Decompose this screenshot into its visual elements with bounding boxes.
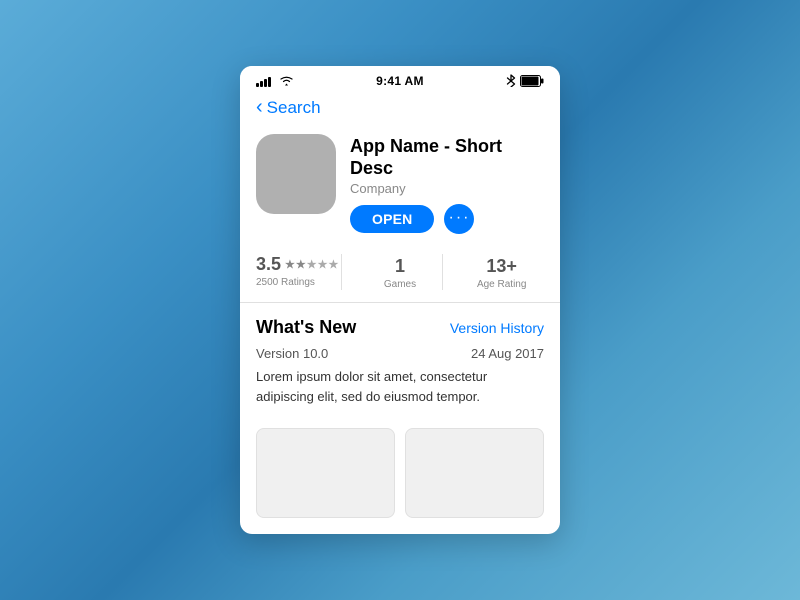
more-button[interactable]: ··· <box>444 204 474 234</box>
app-details: App Name - Short Desc Company OPEN ··· <box>350 134 544 234</box>
screenshot-1 <box>256 428 395 518</box>
version-description: Lorem ipsum dolor sit amet, consectetur … <box>256 367 544 406</box>
wifi-icon <box>279 75 294 86</box>
open-button[interactable]: OPEN <box>350 205 434 233</box>
battery-icon <box>520 75 544 87</box>
status-right <box>506 74 544 87</box>
nav-bar: ‹ Search <box>240 94 560 126</box>
version-info-row: Version 10.0 24 Aug 2017 <box>256 346 544 361</box>
whats-new-section: What's New Version History Version 10.0 … <box>240 303 560 428</box>
stars: ★ ★ ★ ★ ★ <box>285 258 338 271</box>
signal-icon <box>256 75 271 87</box>
ratings-row: 3.5 ★ ★ ★ ★ ★ 2500 Ratings 1 Games 13+ A… <box>240 246 560 303</box>
app-actions: OPEN ··· <box>350 204 544 234</box>
app-company: Company <box>350 181 544 196</box>
bluetooth-icon <box>506 74 516 87</box>
version-number: Version 10.0 <box>256 346 328 361</box>
ratings-count: 2500 Ratings <box>256 277 315 288</box>
status-time: 9:41 AM <box>376 74 424 88</box>
age-rating: 13+ <box>486 256 517 277</box>
games-count: 1 <box>395 256 405 277</box>
games-section: 1 Games <box>341 254 443 290</box>
age-section: 13+ Age Rating <box>442 254 544 290</box>
star-1: ★ <box>285 258 295 271</box>
phone-card: 9:41 AM ‹ Search App Name - Short Desc C… <box>240 66 560 534</box>
games-label: Games <box>384 279 416 290</box>
back-button[interactable]: ‹ Search <box>256 98 321 118</box>
back-label: Search <box>267 98 321 118</box>
rating-score: 3.5 ★ ★ ★ ★ ★ <box>256 254 338 275</box>
status-bar: 9:41 AM <box>240 66 560 94</box>
version-date: 24 Aug 2017 <box>471 346 544 361</box>
rating-section: 3.5 ★ ★ ★ ★ ★ 2500 Ratings <box>256 254 341 288</box>
whats-new-title: What's New <box>256 317 356 338</box>
screenshots-row <box>240 428 560 534</box>
star-2: ★ <box>296 258 306 271</box>
app-icon <box>256 134 336 214</box>
version-history-link[interactable]: Version History <box>450 320 544 336</box>
whats-new-header: What's New Version History <box>256 317 544 338</box>
back-chevron-icon: ‹ <box>256 97 263 117</box>
star-3: ★ <box>307 258 317 271</box>
status-left <box>256 75 294 87</box>
screenshot-2 <box>405 428 544 518</box>
age-label: Age Rating <box>477 279 526 290</box>
star-5: ★ <box>329 258 339 271</box>
app-name: App Name - Short Desc <box>350 136 544 179</box>
star-4: ★ <box>318 258 328 271</box>
app-info: App Name - Short Desc Company OPEN ··· <box>240 126 560 246</box>
